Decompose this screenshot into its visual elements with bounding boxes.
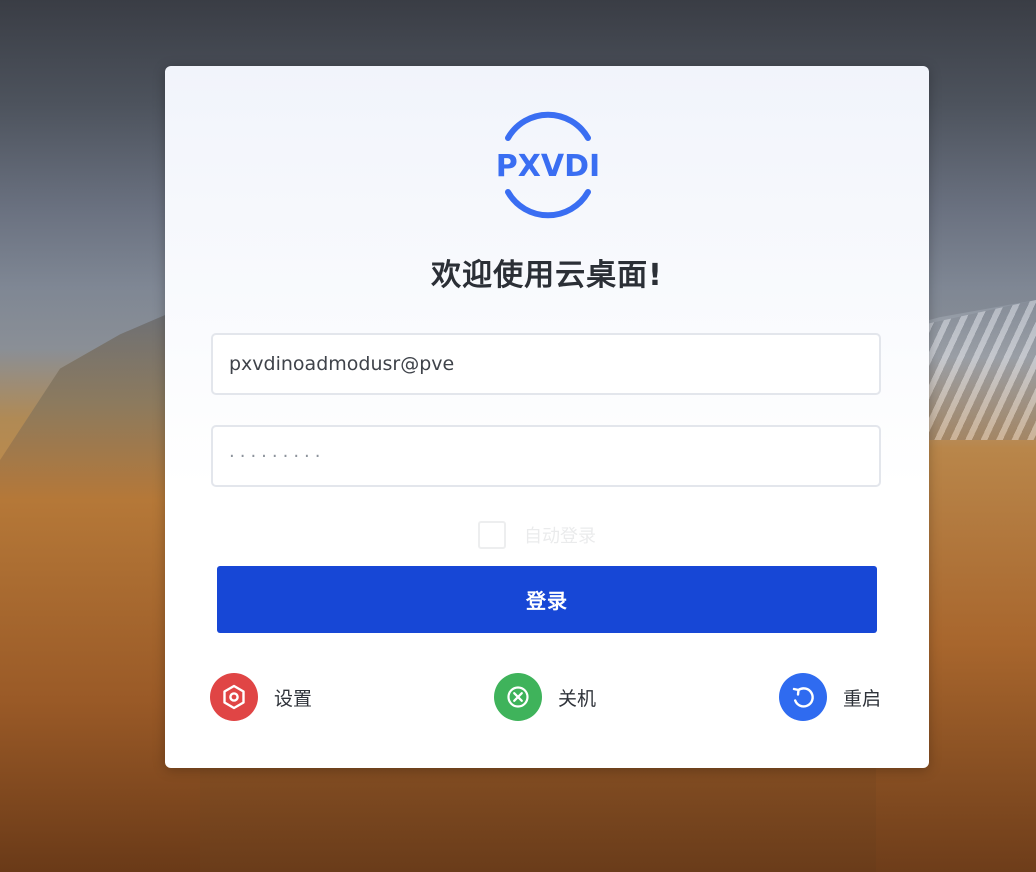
auto-login-option[interactable]: 自动登录 bbox=[478, 521, 596, 549]
restart-button[interactable]: 重启 bbox=[779, 673, 881, 721]
username-input[interactable]: pxvdinoadmodusr@pve bbox=[211, 333, 881, 395]
restart-label: 重启 bbox=[843, 687, 882, 710]
settings-icon[interactable] bbox=[210, 673, 258, 721]
settings-label: 设置 bbox=[274, 687, 313, 710]
pxvdi-logo: PXVDI bbox=[496, 111, 600, 219]
settings-button[interactable]: 设置 bbox=[210, 673, 312, 721]
password-input[interactable]: ········· bbox=[211, 425, 881, 487]
shutdown-label: 关机 bbox=[558, 687, 597, 710]
auto-login-label: 自动登录 bbox=[524, 526, 596, 547]
welcome-title: 欢迎使用云桌面! bbox=[431, 258, 663, 293]
password-mask: ········· bbox=[229, 445, 326, 467]
power-off-icon[interactable] bbox=[494, 673, 542, 721]
logo-text: PXVDI bbox=[496, 149, 600, 184]
auto-login-checkbox[interactable] bbox=[478, 521, 506, 549]
username-value: pxvdinoadmodusr@pve bbox=[229, 353, 455, 375]
login-button[interactable]: 登录 bbox=[217, 566, 877, 633]
restart-icon[interactable] bbox=[779, 673, 827, 721]
shutdown-button[interactable]: 关机 bbox=[494, 673, 596, 721]
